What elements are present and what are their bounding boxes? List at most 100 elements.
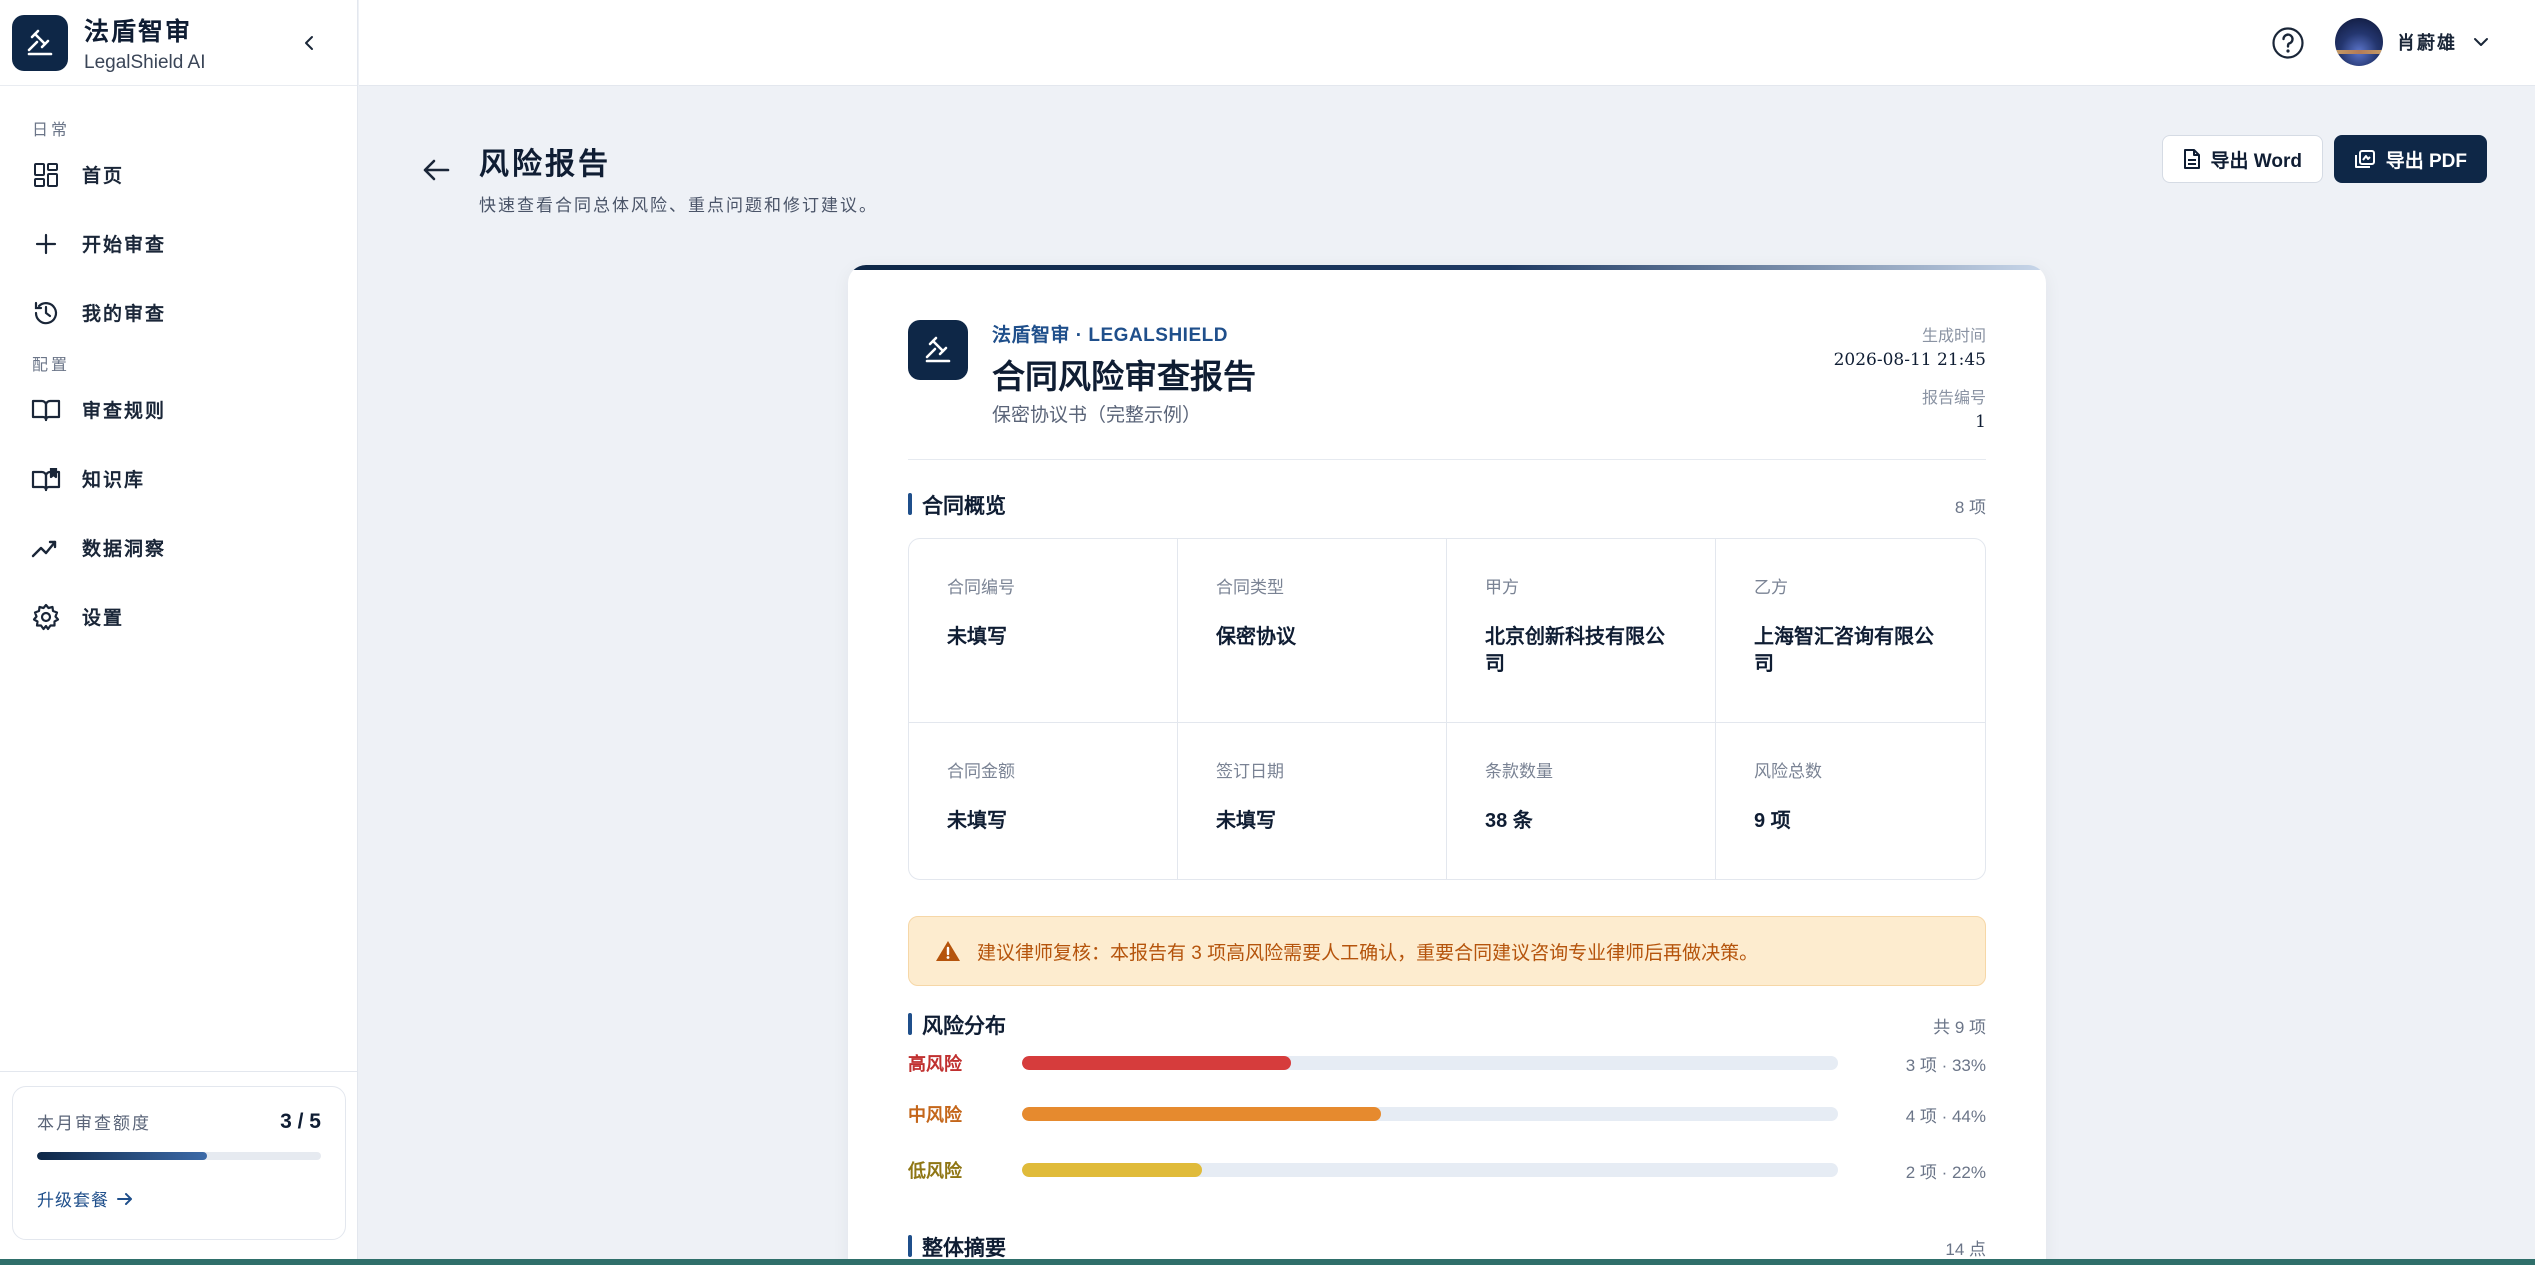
report-brand: 法盾智审 · LEGALSHIELD <box>992 325 1228 346</box>
history-icon <box>30 297 62 329</box>
chevron-down-icon <box>2474 38 2488 46</box>
quota-label: 本月审查额度 <box>37 1114 151 1134</box>
user-menu[interactable]: 肖蔚雄 <box>2335 18 2489 66</box>
overview-count: 8 项 <box>1954 497 1986 517</box>
plus-icon <box>30 228 62 260</box>
quota-value: 3 / 5 <box>280 1109 321 1133</box>
field-value: 38 条 <box>1485 810 1533 832</box>
avatar <box>2335 18 2383 66</box>
field-value: 未填写 <box>947 626 1007 648</box>
overview-field: 风险总数 9 项 <box>1716 723 1985 879</box>
upgrade-plan-label: 升级套餐 <box>37 1191 109 1211</box>
sidebar-item-label: 开始审查 <box>82 234 167 256</box>
sidebar-item-label: 数据洞察 <box>82 538 167 560</box>
help-icon <box>2272 27 2304 59</box>
quota-panel: 本月审查额度 3 / 5 升级套餐 <box>0 1071 358 1265</box>
risk-bar-label: 低风险 <box>908 1161 962 1181</box>
nav-section-config: 配置 <box>32 355 71 374</box>
report-number-label: 报告编号 <box>1921 390 1986 407</box>
field-value: 保密协议 <box>1216 626 1296 648</box>
field-label: 条款数量 <box>1485 762 1553 781</box>
field-value: 北京创新科技有限公司 <box>1485 626 1665 675</box>
sidebar-item-my-reviews[interactable]: 我的审查 <box>0 278 357 347</box>
sidebar-item-label: 我的审查 <box>82 303 167 325</box>
export-word-button[interactable]: 导出 Word <box>2161 135 2323 183</box>
field-label: 签订日期 <box>1216 762 1284 781</box>
knowledge-icon <box>30 463 62 495</box>
back-button[interactable] <box>419 153 453 187</box>
export-pdf-label: 导出 PDF <box>2385 150 2467 172</box>
quota-progress-fill <box>37 1152 208 1160</box>
distribution-bars: 高风险 3 项 · 33% 中风险 4 项 · 44% 低风险 2 项 · 22… <box>908 1040 1986 1198</box>
sidebar-item-settings[interactable]: 设置 <box>0 582 357 651</box>
sidebar-item-knowledge-base[interactable]: 知识库 <box>0 444 357 513</box>
report-card: 法盾智审 · LEGALSHIELD 合同风险审查报告 保密协议书（完整示例） … <box>848 265 2046 1265</box>
upgrade-plan-link[interactable]: 升级套餐 <box>37 1186 321 1211</box>
report-header: 法盾智审 · LEGALSHIELD 合同风险审查报告 保密协议书（完整示例） … <box>908 270 1986 460</box>
summary-title: 整体摘要 <box>908 1232 1006 1262</box>
sidebar-item-data-insights[interactable]: 数据洞察 <box>0 513 357 582</box>
field-value: 未填写 <box>1216 810 1276 832</box>
lawyer-review-alert: 建议律师复核：本报告有 3 项高风险需要人工确认，重要合同建议咨询专业律师后再做… <box>908 916 1986 986</box>
risk-bar-high: 高风险 3 项 · 33% <box>908 1040 1986 1086</box>
sidebar-item-label: 设置 <box>82 607 125 629</box>
nav-section-daily: 日常 <box>32 120 71 139</box>
overview-field: 甲方 北京创新科技有限公司 <box>1447 539 1716 723</box>
sidebar-item-review-rules[interactable]: 审查规则 <box>0 375 357 444</box>
warning-icon <box>936 941 960 961</box>
generated-time-value: 2026-08-11 21:45 <box>1833 350 1986 370</box>
collapse-sidebar-button[interactable] <box>295 28 325 58</box>
report-title: 合同风险审查报告 <box>992 358 1256 395</box>
help-button[interactable] <box>2269 24 2307 62</box>
sidebar-item-label: 审查规则 <box>82 400 167 422</box>
summary-count: 14 点 <box>1945 1239 1986 1259</box>
risk-bar-label: 中风险 <box>908 1105 962 1125</box>
gear-icon <box>30 601 62 633</box>
distribution-section: 风险分布 共 9 项 高风险 3 项 · 33% 中风险 4 项 · 44% 低… <box>908 1010 1986 1198</box>
arrow-left-icon <box>423 159 450 181</box>
risk-bar-track <box>1022 1056 1838 1070</box>
quota-card: 本月审查额度 3 / 5 升级套餐 <box>12 1086 346 1240</box>
report-document-name: 保密协议书（完整示例） <box>992 405 1202 426</box>
distribution-count: 共 9 项 <box>1933 1017 1986 1037</box>
field-label: 合同金额 <box>947 762 1015 781</box>
brand-subtitle: LegalShield AI <box>84 51 206 73</box>
risk-bar-track <box>1022 1163 1838 1177</box>
dashboard-icon <box>30 159 62 191</box>
topbar: 肖蔚雄 <box>359 0 2535 86</box>
pdf-icon <box>2354 150 2375 168</box>
sidebar-item-label: 知识库 <box>82 469 146 491</box>
risk-bar-fill <box>1022 1056 1292 1070</box>
sidebar-item-start-review[interactable]: 开始审查 <box>0 209 357 278</box>
generated-time-label: 生成时间 <box>1921 328 1986 345</box>
field-value: 未填写 <box>947 810 1007 832</box>
export-pdf-button[interactable]: 导出 PDF <box>2333 135 2487 183</box>
overview-section: 合同概览 8 项 合同编号 未填写 合同类型 保密协议 甲方 北京创新科技有限公司 乙… <box>908 490 1986 880</box>
risk-bar-value: 2 项 · 22% <box>1905 1162 1986 1182</box>
arrow-right-icon <box>117 1192 132 1205</box>
risk-bar-fill <box>1022 1107 1382 1121</box>
field-label: 合同类型 <box>1216 578 1284 597</box>
report-meta: 生成时间 2026-08-11 21:45 报告编号 1 <box>1834 322 1986 446</box>
overview-field: 合同编号 未填写 <box>909 539 1178 723</box>
sidebar-item-home[interactable]: 首页 <box>0 140 357 209</box>
overview-field: 合同金额 未填写 <box>909 723 1178 879</box>
overview-title: 合同概览 <box>908 490 1006 520</box>
brand-name: 法盾智审 <box>84 16 193 46</box>
overview-grid: 合同编号 未填写 合同类型 保密协议 甲方 北京创新科技有限公司 乙方 上海智汇咨询有限… <box>908 538 1986 880</box>
main-content: 风险报告 快速查看合同总体风险、重点问题和修订建议。 导出 Word 导出 PD… <box>359 87 2535 1265</box>
field-value: 上海智汇咨询有限公司 <box>1754 626 1934 675</box>
quota-progress-bar <box>37 1152 321 1160</box>
risk-bar-low: 低风险 2 项 · 22% <box>908 1142 1986 1198</box>
alert-text: 建议律师复核：本报告有 3 项高风险需要人工确认，重要合同建议咨询专业律师后再做… <box>977 942 1759 964</box>
report-number-value: 1 <box>1975 412 1986 432</box>
summary-section: 整体摘要 14 点 <box>908 1232 1986 1262</box>
risk-bar-track <box>1022 1107 1838 1121</box>
field-label: 风险总数 <box>1754 762 1822 781</box>
overview-field: 条款数量 38 条 <box>1447 723 1716 879</box>
page-title: 风险报告 <box>479 147 611 182</box>
risk-bar-fill <box>1022 1163 1202 1177</box>
sidebar: 法盾智审 LegalShield AI 日常 首页 开始审查 我的审查 配置 审… <box>0 0 358 1265</box>
book-icon <box>30 394 62 426</box>
overview-field: 合同类型 保密协议 <box>1178 539 1447 723</box>
